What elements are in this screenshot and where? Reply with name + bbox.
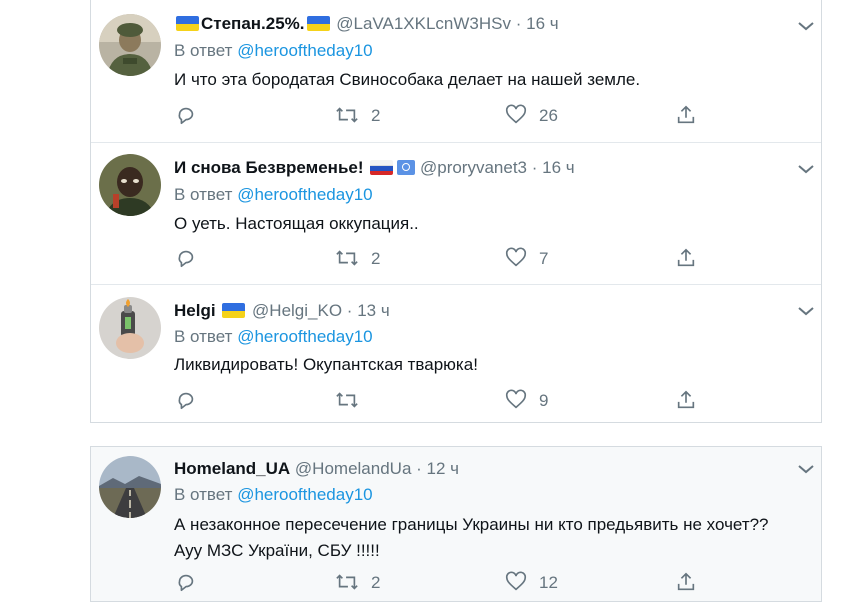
like-button[interactable]: 7 — [505, 247, 548, 271]
like-count: 7 — [539, 249, 549, 268]
retweet-button[interactable]: 2 — [335, 571, 380, 595]
reply-context: В ответ @herooftheday10 — [174, 326, 373, 348]
tweet-text: И что эта бородатая Свинособака делает н… — [174, 70, 641, 89]
retweet-button[interactable] — [335, 389, 371, 413]
chevron-down-icon[interactable] — [797, 305, 815, 317]
flag-un-icon — [397, 160, 416, 175]
tweet-actions: 2 7 — [175, 247, 735, 271]
avatar[interactable] — [99, 456, 161, 518]
share-button[interactable] — [675, 571, 697, 595]
mention-link[interactable]: @herooftheday10 — [237, 185, 372, 204]
chevron-down-icon[interactable] — [797, 463, 815, 475]
like-count: 12 — [539, 573, 558, 592]
share-icon — [677, 390, 695, 409]
author-name[interactable]: Homeland_UA — [174, 459, 290, 478]
like-count: 9 — [539, 391, 549, 410]
retweet-count: 2 — [371, 106, 381, 125]
like-button[interactable]: 9 — [505, 389, 548, 413]
reply-button[interactable] — [175, 104, 197, 128]
flag-ua-icon — [176, 16, 199, 31]
tweet-header: Степан.25%. @LaVA1XKLcnW3HSv · 16 ч — [174, 12, 559, 36]
tweet-header: Homeland_UA @HomelandUa · 12 ч — [174, 457, 459, 481]
reply-icon — [178, 574, 194, 592]
reply-button[interactable] — [175, 389, 197, 413]
author-name[interactable]: Степан.25%. — [201, 14, 305, 33]
share-button[interactable] — [675, 389, 697, 413]
reply-button[interactable] — [175, 247, 197, 271]
chevron-down-icon[interactable] — [797, 163, 815, 175]
reply-context: В ответ @herooftheday10 — [174, 40, 373, 62]
tweet[interactable]: Степан.25%. @LaVA1XKLcnW3HSv · 16 ч В от… — [91, 0, 821, 141]
reply-context: В ответ @herooftheday10 — [174, 484, 373, 506]
avatar[interactable] — [99, 154, 161, 216]
retweet-icon — [336, 250, 358, 266]
tweet-header: Helgi @Helgi_KO · 13 ч — [174, 299, 390, 323]
share-button[interactable] — [675, 247, 697, 271]
tweet[interactable]: Homeland_UA @HomelandUa · 12 ч В ответ @… — [91, 447, 821, 601]
timestamp[interactable]: 13 ч — [357, 301, 390, 320]
retweet-count: 2 — [371, 249, 381, 268]
flag-ua-icon — [222, 303, 246, 318]
author-handle[interactable]: @proryvanet3 — [420, 158, 527, 177]
retweet-icon — [336, 107, 358, 123]
reply-prefix: В ответ — [174, 41, 233, 60]
author-name[interactable]: Helgi — [174, 301, 216, 320]
author-handle[interactable]: @HomelandUa — [295, 459, 411, 478]
reply-icon — [178, 250, 194, 268]
timestamp[interactable]: 16 ч — [542, 158, 575, 177]
tweet[interactable]: Helgi @Helgi_KO · 13 ч В ответ @heroofth… — [91, 285, 821, 422]
timestamp[interactable]: 16 ч — [526, 14, 559, 33]
like-button[interactable]: 12 — [505, 571, 558, 595]
replies-thread: Степан.25%. @LaVA1XKLcnW3HSv · 16 ч В от… — [90, 0, 822, 423]
like-button[interactable]: 26 — [505, 104, 558, 128]
author-handle[interactable]: @Helgi_KO — [252, 301, 342, 320]
tweet-actions: 2 26 — [175, 104, 735, 128]
heart-icon — [505, 389, 527, 409]
tweet-actions: 9 — [175, 389, 735, 413]
reply-icon — [178, 392, 194, 410]
like-count: 26 — [539, 106, 558, 125]
heart-icon — [505, 571, 527, 591]
share-button[interactable] — [675, 104, 697, 128]
retweet-count: 2 — [371, 573, 381, 592]
avatar[interactable] — [99, 14, 161, 76]
share-icon — [677, 248, 695, 267]
retweet-icon — [336, 574, 358, 590]
flag-ru-icon — [370, 160, 394, 175]
separator-dot: · — [531, 158, 538, 177]
share-icon — [677, 572, 695, 591]
tweet[interactable]: И снова Безвременье! @proryvanet3 · 16 ч… — [91, 143, 821, 283]
tweet-text: А незаконное пересечение границы Украины… — [174, 515, 769, 560]
heart-icon — [505, 104, 527, 124]
avatar[interactable] — [99, 297, 161, 359]
timestamp[interactable]: 12 ч — [427, 459, 460, 478]
heart-icon — [505, 247, 527, 267]
author-handle[interactable]: @LaVA1XKLcnW3HSv — [336, 14, 511, 33]
mention-link[interactable]: @herooftheday10 — [237, 41, 372, 60]
reply-prefix: В ответ — [174, 485, 233, 504]
retweet-button[interactable]: 2 — [335, 247, 380, 271]
author-name[interactable]: И снова Безвременье! — [174, 158, 364, 177]
reply-icon — [178, 107, 194, 125]
tweet-header: И снова Безвременье! @proryvanet3 · 16 ч — [174, 156, 575, 180]
chevron-down-icon[interactable] — [797, 20, 815, 32]
tweet-actions: 2 12 — [175, 571, 735, 595]
separator-dot: · — [346, 301, 353, 320]
tweet-text: Ликвидировать! Окупантская тварюка! — [174, 355, 478, 374]
retweet-button[interactable]: 2 — [335, 104, 380, 128]
separator-dot: · — [416, 459, 422, 478]
mention-link[interactable]: @herooftheday10 — [237, 485, 372, 504]
tweet-text: О уеть. Настоящая оккупация.. — [174, 214, 419, 233]
retweet-icon — [336, 392, 358, 408]
reply-prefix: В ответ — [174, 185, 233, 204]
reply-tweet-card: Homeland_UA @HomelandUa · 12 ч В ответ @… — [90, 446, 822, 602]
separator-dot: · — [515, 14, 522, 33]
share-icon — [677, 105, 695, 124]
mention-link[interactable]: @herooftheday10 — [237, 327, 372, 346]
reply-prefix: В ответ — [174, 327, 233, 346]
flag-ua-icon — [306, 16, 330, 31]
reply-context: В ответ @herooftheday10 — [174, 184, 373, 206]
reply-button[interactable] — [175, 571, 197, 595]
